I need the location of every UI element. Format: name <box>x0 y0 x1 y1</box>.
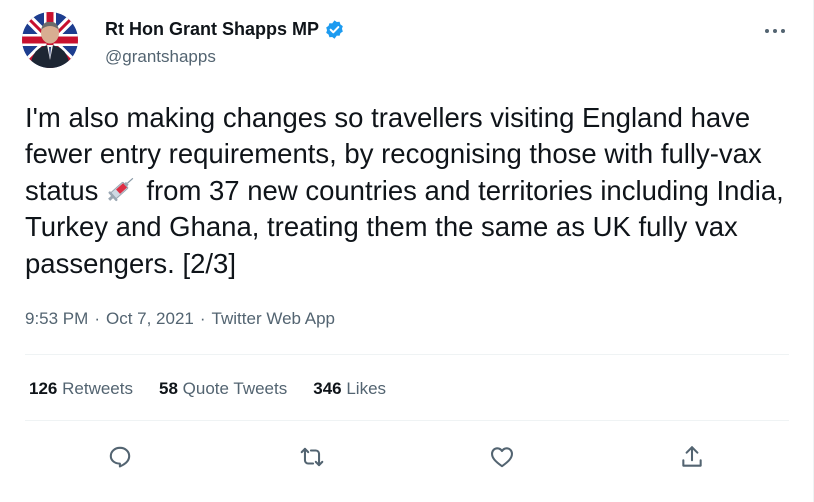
likes-stat[interactable]: 346 Likes <box>313 379 386 399</box>
avatar[interactable] <box>22 12 78 68</box>
meta-separator: · <box>199 309 206 328</box>
quotes-count: 58 <box>158 379 178 398</box>
divider <box>25 354 789 355</box>
action-bar <box>0 442 814 472</box>
like-icon[interactable] <box>487 442 517 472</box>
tweet-time[interactable]: 9:53 PM <box>25 309 88 329</box>
engagement-stats: 126 Retweets 58 Quote Tweets 346 Likes <box>29 379 412 399</box>
author-handle[interactable]: @grantshapps <box>105 47 216 67</box>
tweet-date[interactable]: Oct 7, 2021 <box>106 309 194 329</box>
divider <box>25 420 789 421</box>
likes-label: Likes <box>346 379 387 398</box>
tweet-text-part2: from 37 new countries and territories in… <box>25 174 784 279</box>
reply-icon[interactable] <box>105 442 135 472</box>
share-icon[interactable] <box>677 442 707 472</box>
user-avatar-icon <box>22 12 78 68</box>
syringe-icon <box>104 174 138 204</box>
tweet-text: I'm also making changes so travellers vi… <box>25 100 795 282</box>
meta-separator: · <box>94 309 100 328</box>
quote-tweets-stat[interactable]: 58 Quote Tweets <box>159 379 287 399</box>
tweet-source[interactable]: Twitter Web App <box>212 309 335 329</box>
retweet-icon[interactable] <box>297 442 327 472</box>
more-options-icon[interactable] <box>762 18 788 44</box>
tweet-card: Rt Hon Grant Shapps MP @grantshapps I'm … <box>0 0 814 502</box>
author-row[interactable]: Rt Hon Grant Shapps MP <box>105 19 345 40</box>
author-name[interactable]: Rt Hon Grant Shapps MP <box>105 19 319 40</box>
tweet-timestamp: 9:53 PM · Oct 7, 2021 · Twitter Web App <box>25 309 335 329</box>
likes-count: 346 <box>313 379 342 398</box>
retweets-label: Retweets <box>62 379 133 398</box>
retweets-count: 126 <box>29 379 58 398</box>
verified-badge-icon <box>324 19 345 40</box>
quotes-label: Quote Tweets <box>182 379 288 398</box>
retweets-stat[interactable]: 126 Retweets <box>29 379 133 399</box>
